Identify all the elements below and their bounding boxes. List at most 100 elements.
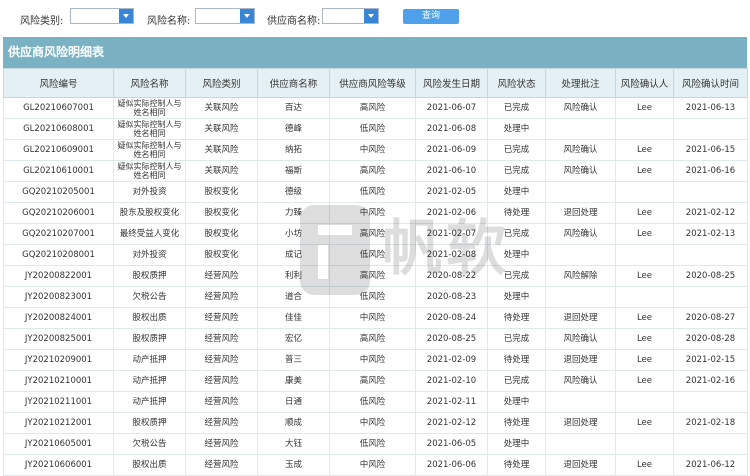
table-cell: 退回处理 <box>545 454 616 476</box>
table-cell: 2021-06-05 <box>415 433 488 455</box>
table-cell: 动产抵押 <box>113 349 186 371</box>
table-cell: 已完成 <box>487 139 546 161</box>
table-cell: 风险确认 <box>545 160 616 182</box>
supplier-name-label: 供应商名称: <box>267 16 321 27</box>
table-row[interactable]: JY20210606001 股权出质 经营风险 玉成 中风险 2021-06-06 待处理退… <box>3 454 748 476</box>
table-row[interactable]: GQ20210206001 股东及股权变化 股权变化 力臻 中风险 2021-02-06 待… <box>3 202 748 224</box>
table-cell: 处理中 <box>487 433 546 455</box>
table-cell: 2021-02-05 <box>415 181 488 203</box>
table-cell: 2021-06-13 <box>673 97 748 119</box>
supplier-name-select[interactable] <box>322 8 379 24</box>
column-header: 风险发生日期 <box>415 68 488 98</box>
table-row[interactable]: JY20210211001 动产抵押 经营风险 日通 低风险 2021-02-11 处理中 <box>3 391 748 413</box>
table-row[interactable]: GL20210609001 疑似实际控制人与姓名相同 关联风险 纳拓 中风险 2021-0… <box>3 139 748 161</box>
table-row[interactable]: JY20200823001 欠税公告 经营风险 道合 低风险 2020-08-23 处理中 <box>3 286 748 308</box>
table-cell: 德级 <box>257 181 330 203</box>
table-cell <box>615 391 674 413</box>
table-cell <box>673 118 748 140</box>
table-cell: 待处理 <box>487 349 546 371</box>
table-row[interactable]: GQ20210208001 对外投资 股权变化 成记 低风险 2021-02-08 处理中 <box>3 244 748 266</box>
table-cell <box>673 286 748 308</box>
table-cell: 成记 <box>257 244 330 266</box>
table-cell <box>545 433 616 455</box>
table-cell: 2020-08-25 <box>673 265 748 287</box>
table-cell: 2021-02-10 <box>415 370 488 392</box>
table-header-row: 风险编号 风险名称 风险类别 供应商名称 供应商风险等级 风险发生日期 风险状态 处理批注 风险… <box>3 68 748 98</box>
table-cell: 2021-02-12 <box>415 412 488 434</box>
table-body: GL20210607001 疑似实际控制人与姓名相同 关联风险 百达 高风险 2021-0… <box>3 97 748 476</box>
table-cell: 小坊 <box>257 223 330 245</box>
table-cell <box>615 181 674 203</box>
table-cell: JY20210605001 <box>3 433 114 455</box>
table-row[interactable]: JY20200824001 股权出质 经营风险 佳佳 中风险 2020-08-24 待处理退… <box>3 307 748 329</box>
table-row[interactable]: GL20210610001 疑似实际控制人与姓名相同 关联风险 福斯 高风险 2021-0… <box>3 160 748 182</box>
table-cell: 中风险 <box>329 202 416 224</box>
table-cell: GL20210607001 <box>3 97 114 119</box>
table-cell: 股权变化 <box>185 244 258 266</box>
table-cell <box>673 244 748 266</box>
table-row[interactable]: GL20210607001 疑似实际控制人与姓名相同 关联风险 百达 高风险 2021-0… <box>3 97 748 119</box>
table-cell: Lee <box>615 412 674 434</box>
chevron-down-icon[interactable] <box>364 9 378 23</box>
table-cell: JY20210209001 <box>3 349 114 371</box>
table-cell: 2021-02-08 <box>415 244 488 266</box>
chevron-down-icon[interactable] <box>240 9 254 23</box>
table-cell: JY20210211001 <box>3 391 114 413</box>
report-panel: 供应商风险明细表 风险编号 风险名称 风险类别 供应商名称 供应商风险等级 风险发生日期风… <box>3 37 748 476</box>
table-cell: 高风险 <box>329 265 416 287</box>
table-cell: 股权变化 <box>185 202 258 224</box>
table-cell: 股权质押 <box>113 265 186 287</box>
table-cell: 疑似实际控制人与姓名相同 <box>113 160 186 182</box>
table-cell: 关联风险 <box>185 160 258 182</box>
table-cell: 2021-02-12 <box>673 202 748 224</box>
table-cell <box>545 118 616 140</box>
table-cell: 已完成 <box>487 160 546 182</box>
table-cell: 2021-06-06 <box>415 454 488 476</box>
table-row[interactable]: GL20210608001 疑似实际控制人与姓名相同 关联风险 德峰 低风险 2021-0… <box>3 118 748 140</box>
table-cell: 最终受益人变化 <box>113 223 186 245</box>
table-cell: 低风险 <box>329 391 416 413</box>
table-row[interactable]: JY20210210001 动产抵押 经营风险 康美 高风险 2021-02-10 已完成风… <box>3 370 748 392</box>
table-cell: 2021-02-07 <box>415 223 488 245</box>
table-row[interactable]: GQ20210207001 最终受益人变化 股权变化 小坊 高风险 2021-02-07 已… <box>3 223 748 245</box>
table-cell: 经营风险 <box>185 328 258 350</box>
column-header: 风险状态 <box>487 68 546 98</box>
risk-type-label: 风险类别: <box>20 16 64 27</box>
risk-name-select[interactable] <box>195 8 255 24</box>
table-row[interactable]: JY20200822001 股权质押 经营风险 利利 高风险 2020-08-22 已完成风… <box>3 265 748 287</box>
table-cell: JY20210606001 <box>3 454 114 476</box>
table-cell: 2021-02-18 <box>673 412 748 434</box>
table-cell: 经营风险 <box>185 391 258 413</box>
table-cell: 退回处理 <box>545 307 616 329</box>
table-cell: JY20200825001 <box>3 328 114 350</box>
query-button[interactable]: 查询 <box>403 9 459 24</box>
table-row[interactable]: JY20210605001 欠税公告 经营风险 大钰 低风险 2021-06-05 处理中 <box>3 433 748 455</box>
table-cell: 2020-08-28 <box>673 328 748 350</box>
table-row[interactable]: JY20210209001 动产抵押 经营风险 普三 中风险 2021-02-09 待处理退… <box>3 349 748 371</box>
table-row[interactable]: JY20210212001 股权质押 经营风险 顺成 中风险 2021-02-12 待处理退… <box>3 412 748 434</box>
table-cell: 处理中 <box>487 244 546 266</box>
table-cell: 2021-06-07 <box>415 97 488 119</box>
column-header: 风险名称 <box>113 68 186 98</box>
table-cell: 2021-02-16 <box>673 370 748 392</box>
table-cell: 股权质押 <box>113 328 186 350</box>
table-row[interactable]: GQ20210205001 对外投资 股权变化 德级 低风险 2021-02-05 处理中 <box>3 181 748 203</box>
table-cell: 2021-06-15 <box>673 139 748 161</box>
table-cell: JY20200823001 <box>3 286 114 308</box>
table-cell: 股东及股权变化 <box>113 202 186 224</box>
table-cell <box>615 433 674 455</box>
table-cell: 2020-08-27 <box>673 307 748 329</box>
table-cell <box>545 181 616 203</box>
table-cell: 风险确认 <box>545 328 616 350</box>
chevron-down-icon[interactable] <box>119 9 133 23</box>
table-row[interactable]: JY20200825001 股权质押 经营风险 宏亿 高风险 2020-08-25 已完成风… <box>3 328 748 350</box>
table-cell: 欠税公告 <box>113 433 186 455</box>
risk-type-select[interactable] <box>70 8 134 24</box>
table-cell <box>615 286 674 308</box>
table-cell: 2021-06-08 <box>415 118 488 140</box>
risk-name-label: 风险名称: <box>147 16 191 27</box>
table-cell: 力臻 <box>257 202 330 224</box>
table-cell: 股权出质 <box>113 307 186 329</box>
table-cell: 处理中 <box>487 286 546 308</box>
table-cell: 对外投资 <box>113 181 186 203</box>
